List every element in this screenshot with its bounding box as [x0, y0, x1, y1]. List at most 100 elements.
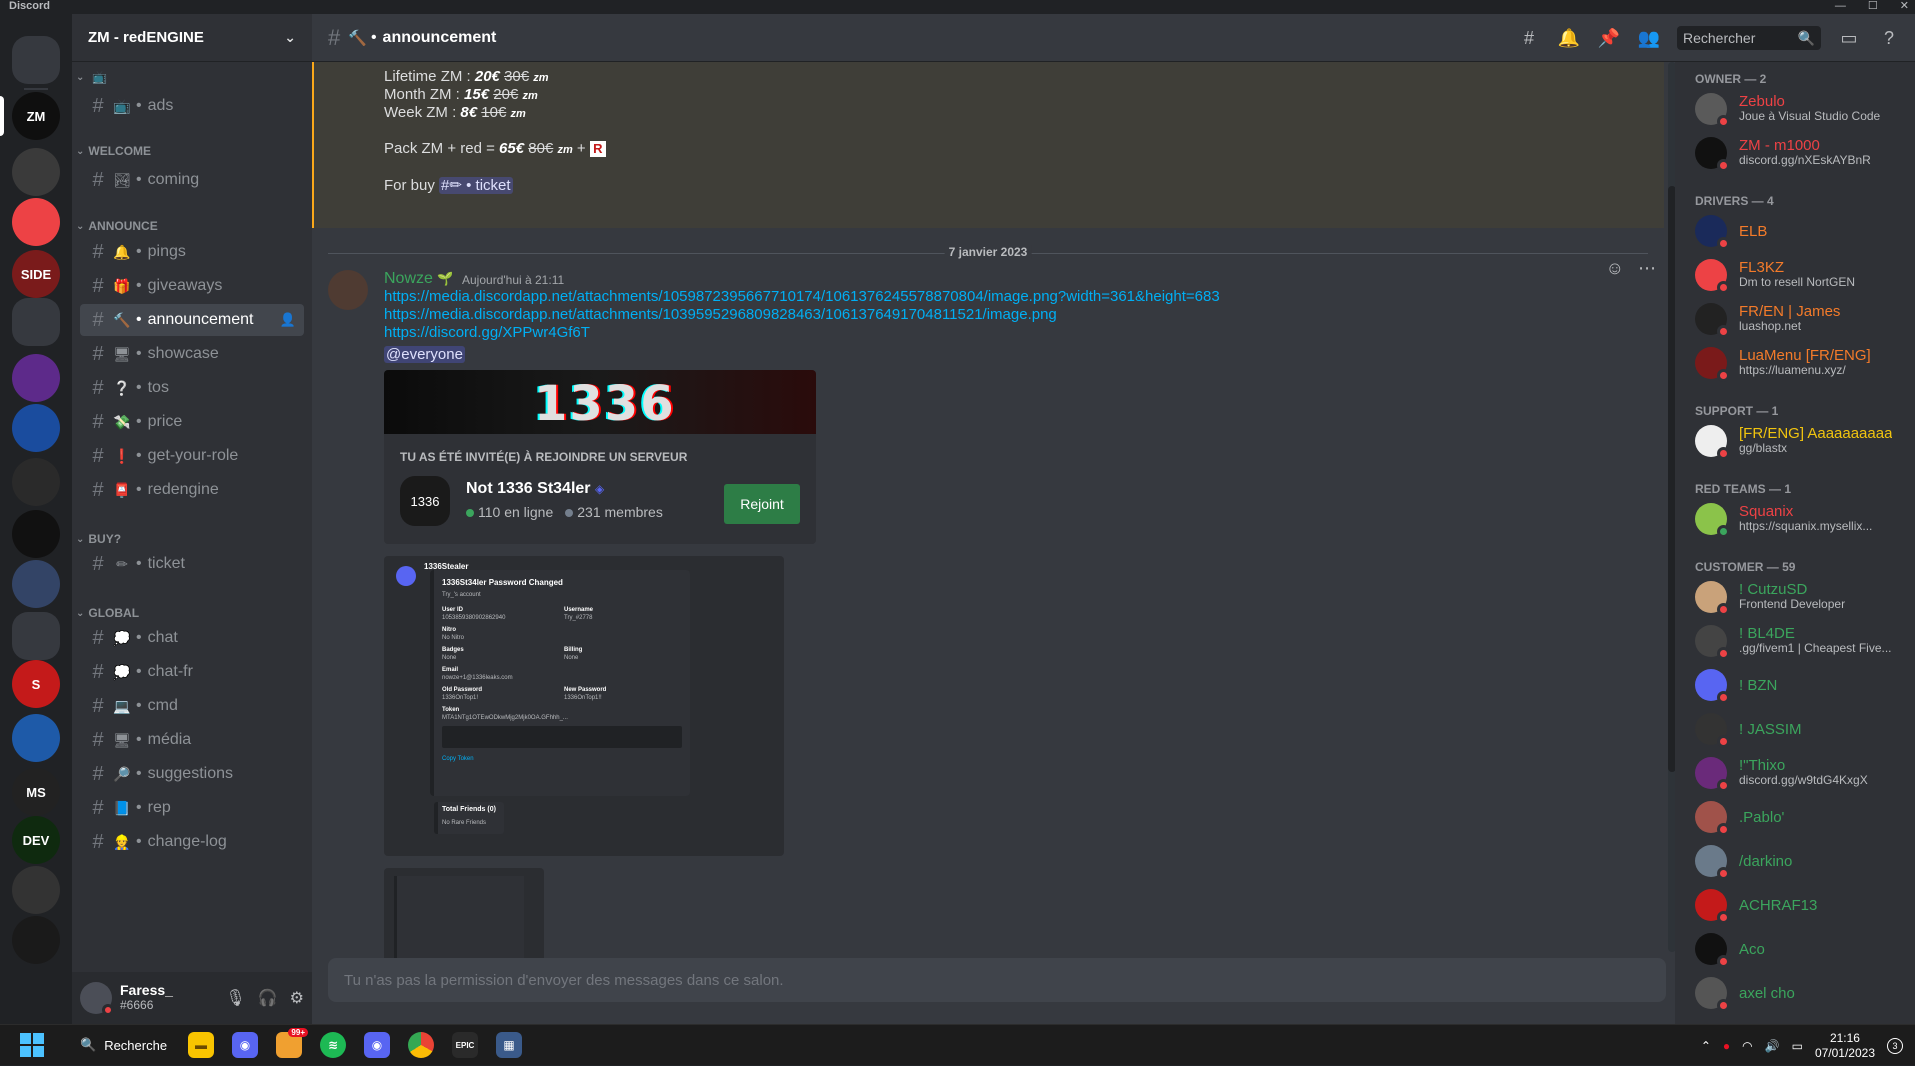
channel-tos[interactable]: # ❔ • tos: [80, 372, 304, 404]
volume-icon[interactable]: 🔊: [1765, 1039, 1780, 1053]
invite-link[interactable]: https://discord.gg/XPPwr4Gf6T: [384, 324, 590, 341]
attachment-link-1[interactable]: https://media.discordapp.net/attachments…: [384, 288, 1220, 305]
channel-média[interactable]: # 🖥 • média: [80, 724, 304, 756]
shield-icon[interactable]: ●: [1723, 1039, 1730, 1053]
bell-icon[interactable]: 🔔: [1557, 26, 1581, 50]
guild-header[interactable]: ZM - redENGINE ⌄: [72, 14, 312, 62]
gear-icon[interactable]: ⚙: [290, 988, 304, 1008]
channel-giveaways[interactable]: # 🎁 • giveaways: [80, 270, 304, 302]
discord-taskbar-icon[interactable]: ◉: [232, 1032, 258, 1058]
channel-category[interactable]: ⌄ GLOBAL: [72, 606, 312, 620]
member-item[interactable]: LuaMenu [FR/ENG] https://luamenu.xyz/: [1695, 342, 1911, 384]
channel-cmd[interactable]: # 💻 • cmd: [80, 690, 304, 722]
chrome-icon[interactable]: [408, 1032, 434, 1058]
channel-redengine[interactable]: # 📮 • redengine: [80, 474, 304, 506]
minimize-button[interactable]: —: [1835, 0, 1846, 12]
author-avatar[interactable]: [328, 270, 368, 310]
server-icon-dev[interactable]: DEV: [12, 816, 60, 864]
member-item[interactable]: /darkino: [1695, 840, 1911, 882]
help-icon[interactable]: ?: [1877, 26, 1901, 50]
channel-announcement[interactable]: # 🔨 • announcement 👤: [80, 304, 304, 336]
author-name[interactable]: Nowze 🌱: [384, 270, 454, 288]
close-button[interactable]: ✕: [1900, 0, 1909, 12]
server-icon-server-14[interactable]: [12, 866, 60, 914]
app-badge-icon[interactable]: 99+: [276, 1028, 308, 1058]
channel-ads[interactable]: # 📺 • ads: [80, 90, 304, 122]
server-icon-folder-2[interactable]: [12, 612, 60, 660]
channel-category[interactable]: ⌄ ANNOUNCE: [72, 219, 312, 233]
wifi-icon[interactable]: ◠: [1742, 1039, 1752, 1053]
member-item[interactable]: ELB: [1695, 210, 1911, 252]
server-icon-server-2[interactable]: [12, 148, 60, 196]
server-icon-server-8[interactable]: [12, 510, 60, 558]
battery-icon[interactable]: ▭: [1792, 1039, 1803, 1053]
member-item[interactable]: ZM - m1000 discord.gg/nXEskAYBnR: [1695, 132, 1911, 174]
avatar[interactable]: [80, 982, 114, 1016]
channel-coming[interactable]: # 🏞 • coming: [80, 164, 304, 196]
ticket-channel-mention[interactable]: #✏ • ticket: [439, 177, 513, 194]
embed-screenshot-image-2[interactable]: [384, 868, 544, 958]
server-icon-dm-home[interactable]: [12, 36, 60, 84]
notification-badge[interactable]: 3: [1887, 1037, 1903, 1054]
member-item[interactable]: FL3KZ Dm to resell NortGEN: [1695, 254, 1911, 296]
server-icon-server-3[interactable]: [12, 198, 60, 246]
microphone-icon[interactable]: 🎙: [225, 988, 245, 1008]
search-input[interactable]: Rechercher 🔍: [1677, 26, 1821, 50]
member-item[interactable]: .Pablo': [1695, 796, 1911, 838]
channel-chat-fr[interactable]: # 💭 • chat-fr: [80, 656, 304, 688]
taskbar-search[interactable]: 🔍 Recherche: [68, 1031, 178, 1059]
inbox-icon[interactable]: ▭: [1837, 26, 1861, 50]
server-icon-zm[interactable]: ZM: [12, 92, 60, 140]
channel-ticket[interactable]: # ✏ • ticket: [80, 548, 304, 580]
server-icon-server-9[interactable]: [12, 560, 60, 608]
member-item[interactable]: ! JASSIM: [1695, 708, 1911, 750]
channel-category[interactable]: ⌄ 📺: [72, 70, 312, 84]
member-item[interactable]: Aco: [1695, 928, 1911, 970]
maximize-button[interactable]: ☐: [1868, 0, 1878, 12]
members-icon[interactable]: 👥: [1637, 26, 1661, 50]
server-icon-server-12[interactable]: MS: [12, 768, 60, 816]
pin-icon[interactable]: 📌: [1597, 26, 1621, 50]
member-item[interactable]: !"Thixo discord.gg/w9tdG4KxgX: [1695, 752, 1911, 794]
member-item[interactable]: Squanix https://squanix.mysellix...: [1695, 498, 1911, 540]
server-icon-server-10[interactable]: S: [12, 660, 60, 708]
member-item[interactable]: FR/EN | James luashop.net: [1695, 298, 1911, 340]
message-input[interactable]: Tu n'as pas la permission d'envoyer des …: [328, 958, 1666, 1002]
server-icon-side[interactable]: SIDE: [12, 250, 60, 298]
channel-category[interactable]: ⌄ WELCOME: [72, 144, 312, 158]
chevron-down-icon[interactable]: ⌄: [284, 29, 296, 46]
add-reaction-icon[interactable]: ☺: [1606, 258, 1624, 279]
server-icon-server-5[interactable]: [12, 354, 60, 402]
discord-2-icon[interactable]: ◉: [364, 1032, 390, 1058]
epic-games-icon[interactable]: EPIC: [452, 1032, 478, 1058]
spotify-icon[interactable]: ≋: [320, 1032, 346, 1058]
calculator-icon[interactable]: ▦: [496, 1032, 522, 1058]
server-icon-server-15[interactable]: [12, 916, 60, 964]
windows-start-icon[interactable]: [20, 1033, 44, 1057]
headphones-icon[interactable]: 🎧: [258, 988, 278, 1008]
member-item[interactable]: ! BZN: [1695, 664, 1911, 706]
channel-rep[interactable]: # 📘 • rep: [80, 792, 304, 824]
server-icon-server-7[interactable]: [12, 458, 60, 506]
member-item[interactable]: [FR/ENG] Aaaaaaaaaa gg/blastx: [1695, 420, 1911, 462]
channel-category[interactable]: ⌄ BUY?: [72, 532, 312, 546]
channel-showcase[interactable]: # 🖥 • showcase: [80, 338, 304, 370]
channel-chat[interactable]: # 💭 • chat: [80, 622, 304, 654]
member-item[interactable]: ! CutzuSD Frontend Developer: [1695, 576, 1911, 618]
server-icon-folder-1[interactable]: [12, 298, 60, 346]
embed-screenshot-image[interactable]: 1336Stealer 1336St34ler Password Changed…: [384, 556, 784, 856]
join-button[interactable]: Rejoint: [724, 484, 800, 524]
member-item[interactable]: ACHRAF13: [1695, 884, 1911, 926]
chevron-up-icon[interactable]: ⌃: [1701, 1039, 1711, 1053]
more-icon[interactable]: ⋯: [1638, 258, 1656, 279]
threads-icon[interactable]: #: [1517, 26, 1541, 50]
channel-change-log[interactable]: # 👷 • change-log: [80, 826, 304, 858]
channel-price[interactable]: # 💸 • price: [80, 406, 304, 438]
member-item[interactable]: ! BL4DE .gg/fivem1 | Cheapest Five...: [1695, 620, 1911, 662]
channel-pings[interactable]: # 🔔 • pings: [80, 236, 304, 268]
server-icon-server-11[interactable]: [12, 714, 60, 762]
member-item[interactable]: axel cho: [1695, 972, 1911, 1014]
taskbar-clock[interactable]: 21:16 07/01/2023: [1815, 1031, 1875, 1061]
server-icon-server-6[interactable]: [12, 404, 60, 452]
add-member-icon[interactable]: 👤: [280, 312, 296, 328]
